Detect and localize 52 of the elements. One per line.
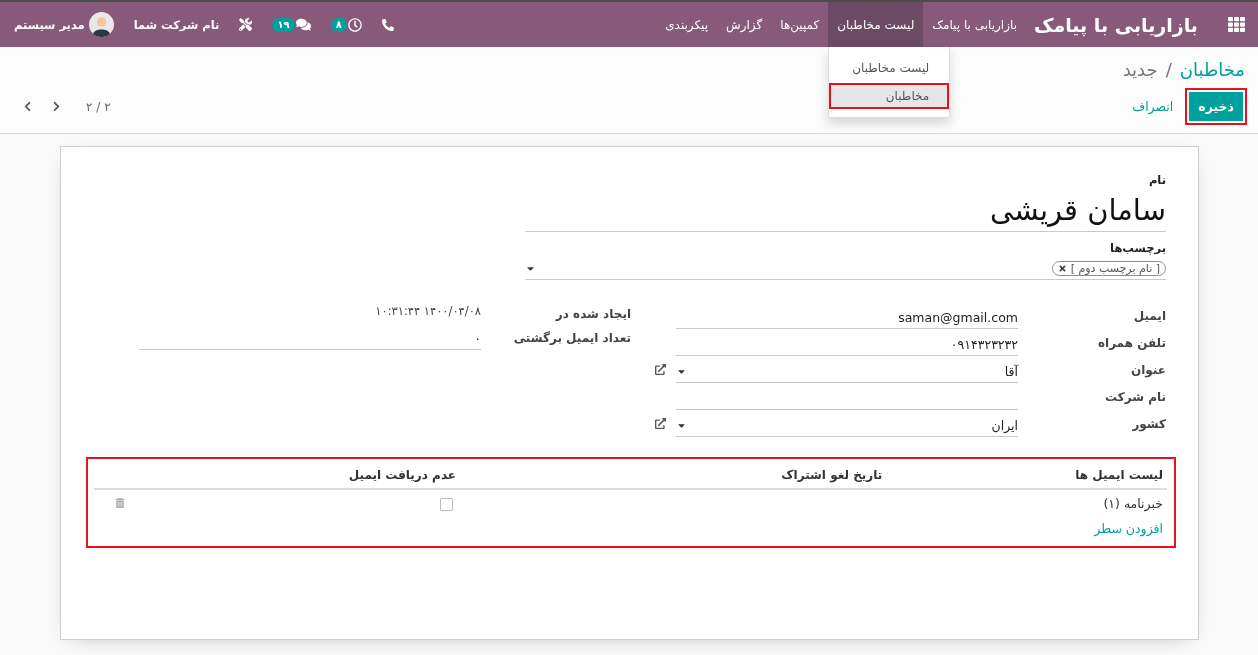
checkbox[interactable]	[440, 498, 454, 511]
chevron-right-icon[interactable]	[51, 101, 62, 112]
apps-grid-icon[interactable]	[1228, 16, 1245, 33]
text-field[interactable]: saman@gmail.com	[676, 306, 1018, 329]
table-cell[interactable]: خبرنامه (۱)	[1103, 496, 1163, 511]
menu-item[interactable]: لیست مخاطبان	[828, 2, 924, 47]
activity-count-badge: ۸	[330, 17, 347, 32]
tools-icon[interactable]	[239, 18, 253, 31]
dropdown-item[interactable]: مخاطبان	[829, 83, 950, 109]
message-count-badge: ۱۹	[272, 17, 295, 32]
column-header: لیست ایمیل ها	[886, 465, 1167, 489]
column-header: تاریخ لغو اشتراک	[460, 465, 887, 489]
field-value: ۱۴۰۰/۰۴/۰۸ ۱۰:۳۱:۴۴	[374, 303, 481, 318]
discard-button[interactable]: انصراف	[1132, 99, 1174, 114]
remove-tag-icon[interactable]	[1057, 264, 1067, 273]
tags-field[interactable]: [ نام برچسب دوم ]	[525, 258, 1166, 280]
name-field[interactable]: سامان قریشی	[525, 187, 1166, 232]
menu-item[interactable]: پیکربندی	[656, 2, 718, 47]
field-label: کشور	[1131, 416, 1166, 431]
clock-icon[interactable]	[347, 17, 362, 32]
external-link-icon[interactable]	[655, 418, 666, 429]
dropdown-item[interactable]: لیست مخاطبان	[829, 55, 950, 81]
field-label: تلفن همراه	[1096, 335, 1166, 350]
chevron-left-icon[interactable]	[22, 101, 33, 112]
select-field[interactable]: آقا	[676, 360, 1018, 383]
column-header: عدم دریافت ایمیل	[129, 465, 461, 489]
field-label: نام شرکت	[1104, 389, 1166, 404]
text-field[interactable]: ۰	[139, 327, 481, 350]
company-name[interactable]: نام شرکت شما	[133, 17, 220, 32]
breadcrumb-current: جدید	[1122, 59, 1158, 80]
user-avatar-icon[interactable]	[88, 12, 114, 37]
menu-item[interactable]: گزارش	[717, 2, 772, 47]
menu-item[interactable]: کمپین‌ها	[771, 2, 829, 47]
pager-counter: ۲ / ۲	[86, 99, 111, 114]
phone-icon[interactable]	[381, 18, 394, 31]
breadcrumb-separator: /	[1165, 59, 1172, 80]
field-label: ایمیل	[1132, 308, 1166, 323]
field-label: برچسب‌ها	[1109, 241, 1166, 255]
field-label: نام	[1147, 173, 1166, 187]
field-label: ایجاد شده در	[554, 307, 631, 321]
field-label: تعداد ایمیل برگشتی	[512, 331, 631, 345]
select-field[interactable]: ایران	[676, 414, 1018, 437]
external-link-icon[interactable]	[655, 364, 666, 375]
menu-item[interactable]: بازاریابی با پیامک	[923, 2, 1026, 47]
breadcrumb-link[interactable]: مخاطبان	[1179, 59, 1245, 80]
user-name[interactable]: مدیر سیستم	[14, 17, 85, 32]
app-title: بازاریابی با پیامک	[1033, 12, 1198, 39]
field-label: عنوان	[1130, 362, 1166, 377]
text-field[interactable]: ۰۹۱۴۳۲۳۲۳۲	[676, 333, 1018, 356]
chat-icon[interactable]	[295, 17, 311, 32]
save-button[interactable]: ذخیره	[1185, 88, 1247, 125]
add-line-link[interactable]: افزودن سطر	[1094, 521, 1163, 536]
